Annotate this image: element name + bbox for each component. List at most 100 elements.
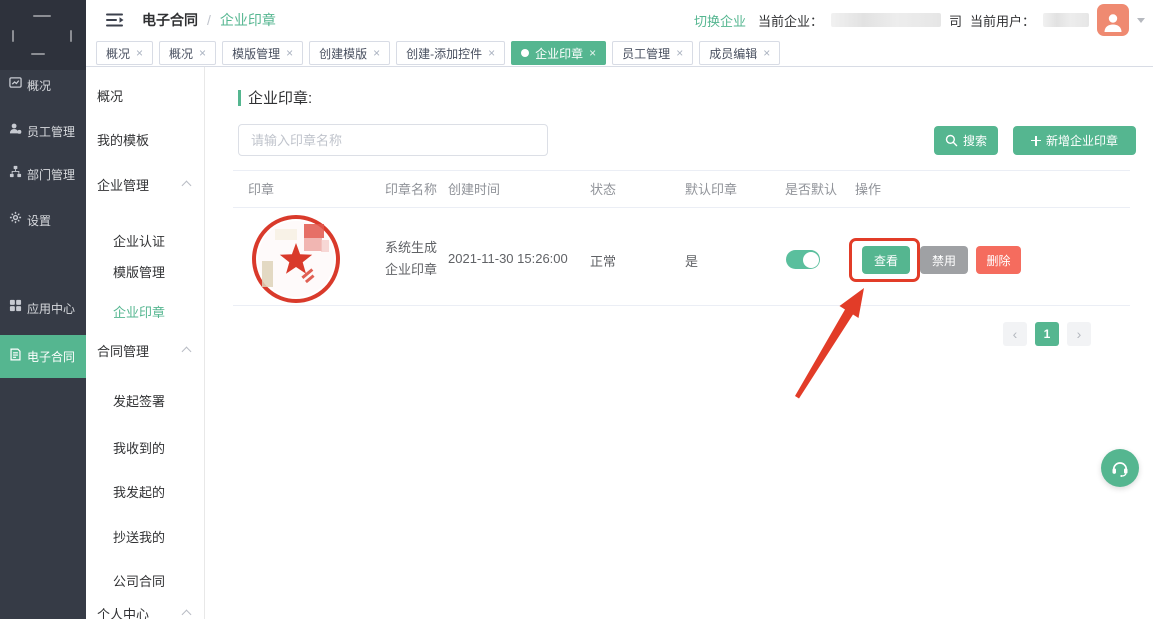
pagination-next[interactable]: › (1067, 322, 1091, 346)
delete-button[interactable]: 删除 (976, 246, 1021, 274)
sidebar-item-label: 员工管理 (27, 123, 75, 140)
contract-icon (9, 348, 22, 366)
sidebar-item-label: 设置 (27, 212, 51, 229)
current-company-label: 当前企业： (758, 11, 823, 30)
pagination-prev[interactable]: ‹ (1003, 322, 1027, 346)
view-button[interactable]: 查看 (862, 246, 910, 274)
redacted-user-name (1043, 13, 1089, 27)
close-icon[interactable]: × (589, 47, 596, 59)
app-logo (0, 0, 86, 70)
submenu-template-management[interactable]: 模版管理 (113, 260, 165, 282)
add-button-label: 新增企业印章 (1046, 132, 1118, 149)
close-icon[interactable]: × (488, 47, 495, 59)
headset-icon (1110, 458, 1130, 478)
departments-icon (9, 165, 22, 183)
submenu-company-management[interactable]: 企业管理 (97, 173, 149, 195)
sidebar-item-employees[interactable]: 员工管理 (0, 111, 86, 151)
pagination-page-1[interactable]: 1 (1035, 322, 1059, 346)
switch-company-link[interactable]: 切换企业 (694, 11, 746, 30)
sidebar-item-label: 应用中心 (27, 300, 75, 317)
redacted-company-name (831, 13, 941, 27)
plus-icon (1031, 136, 1041, 146)
tab-label: 创建-添加控件 (406, 45, 482, 62)
breadcrumb-root[interactable]: 电子合同 (142, 10, 198, 30)
seal-image (248, 210, 343, 305)
primary-sidebar: 概况 员工管理 部门管理 设置 应用中心 电子合同 (0, 0, 86, 619)
apps-icon (9, 299, 22, 317)
submenu-company-certification[interactable]: 企业认证 (113, 229, 165, 251)
page-title-text: 企业印章: (248, 87, 312, 108)
tab-company-seal[interactable]: 企业印章 × (511, 41, 606, 65)
close-icon[interactable]: × (136, 47, 143, 59)
close-icon[interactable]: × (286, 47, 293, 59)
user-icon (1101, 10, 1125, 34)
collapse-menu-icon[interactable] (106, 13, 124, 27)
search-input[interactable] (238, 124, 548, 156)
close-icon[interactable]: × (763, 47, 770, 59)
column-header-default-seal: 默认印章 (685, 179, 737, 198)
column-header-created-time: 创建时间 (448, 179, 500, 198)
column-header-seal-name: 印章名称 (385, 179, 437, 198)
avatar[interactable] (1097, 4, 1129, 36)
tab-overview-1[interactable]: 概况× (96, 41, 153, 65)
secondary-sidebar: 概况 我的模板 企业管理 企业认证 模版管理 企业印章 合同管理 发起签署 我收… (86, 67, 205, 619)
topbar-right: 切换企业 当前企业： 司 当前用户： (694, 0, 1145, 40)
close-icon[interactable]: × (199, 47, 206, 59)
sidebar-item-overview[interactable]: 概况 (0, 65, 86, 105)
settings-icon (9, 211, 22, 229)
sidebar-item-departments[interactable]: 部门管理 (0, 154, 86, 194)
app-root: 概况 员工管理 部门管理 设置 应用中心 电子合同 电子合同 / (0, 0, 1153, 619)
company-name-suffix: 司 (949, 11, 962, 30)
caret-down-icon[interactable] (1137, 18, 1145, 23)
active-dot-icon (521, 49, 529, 57)
tab-label: 员工管理 (622, 45, 670, 62)
tab-member-edit[interactable]: 成员编辑 × (699, 41, 780, 65)
submenu-my-templates[interactable]: 我的模板 (97, 128, 149, 150)
search-button[interactable]: 搜索 (934, 126, 998, 155)
chevron-up-icon (182, 347, 192, 357)
tab-template-management[interactable]: 模版管理 × (222, 41, 303, 65)
submenu-personal-center[interactable]: 个人中心 (97, 602, 149, 619)
submenu-initiated-by-me[interactable]: 我发起的 (113, 480, 165, 502)
sidebar-item-app-center[interactable]: 应用中心 (0, 288, 86, 328)
topbar: 电子合同 / 企业印章 切换企业 当前企业： 司 当前用户： (86, 0, 1153, 40)
submenu-company-contracts[interactable]: 公司合同 (113, 569, 165, 591)
search-button-label: 搜索 (963, 132, 987, 149)
close-icon[interactable]: × (373, 47, 380, 59)
column-header-status: 状态 (590, 179, 616, 198)
chevron-up-icon (182, 610, 192, 619)
submenu-initiate-signing[interactable]: 发起签署 (113, 389, 165, 411)
default-toggle[interactable] (786, 250, 820, 269)
main-content: 企业印章: 搜索 新增企业印章 印章 印章名称 创建时间 状态 默认印章 是否默… (205, 67, 1153, 619)
table-header-border (233, 207, 1130, 208)
tab-overview-2[interactable]: 概况× (159, 41, 216, 65)
table-top-border (233, 170, 1130, 171)
submenu-cc-to-me[interactable]: 抄送我的 (113, 525, 165, 547)
tab-employee-management[interactable]: 员工管理 × (612, 41, 693, 65)
created-time-cell: 2021-11-30 15:26:00 (448, 251, 568, 266)
close-icon[interactable]: × (676, 47, 683, 59)
seal-name-cell: 系统生成企业印章 (385, 237, 445, 281)
column-header-seal: 印章 (248, 179, 274, 198)
tab-create-add-controls[interactable]: 创建-添加控件 × (396, 41, 505, 65)
tab-label: 模版管理 (232, 45, 280, 62)
tab-create-template[interactable]: 创建模版× (309, 41, 390, 65)
customer-service-button[interactable] (1101, 449, 1139, 487)
sidebar-item-label: 概况 (27, 77, 51, 94)
disable-button[interactable]: 禁用 (920, 246, 968, 274)
submenu-received[interactable]: 我收到的 (113, 436, 165, 458)
tab-label: 企业印章 (535, 45, 583, 62)
sidebar-item-e-contract[interactable]: 电子合同 (0, 335, 86, 378)
column-header-is-default: 是否默认 (785, 179, 837, 198)
submenu-company-seal[interactable]: 企业印章 (113, 300, 165, 322)
submenu-contract-management[interactable]: 合同管理 (97, 339, 149, 361)
toggle-knob (803, 252, 819, 268)
sidebar-item-settings[interactable]: 设置 (0, 200, 86, 240)
employees-icon (9, 122, 22, 140)
submenu-overview[interactable]: 概况 (97, 84, 123, 106)
add-seal-button[interactable]: 新增企业印章 (1013, 126, 1136, 155)
default-seal-cell: 是 (685, 251, 698, 270)
table-row-border (233, 305, 1130, 306)
tab-label: 成员编辑 (709, 45, 757, 62)
current-user-label: 当前用户： (970, 11, 1035, 30)
